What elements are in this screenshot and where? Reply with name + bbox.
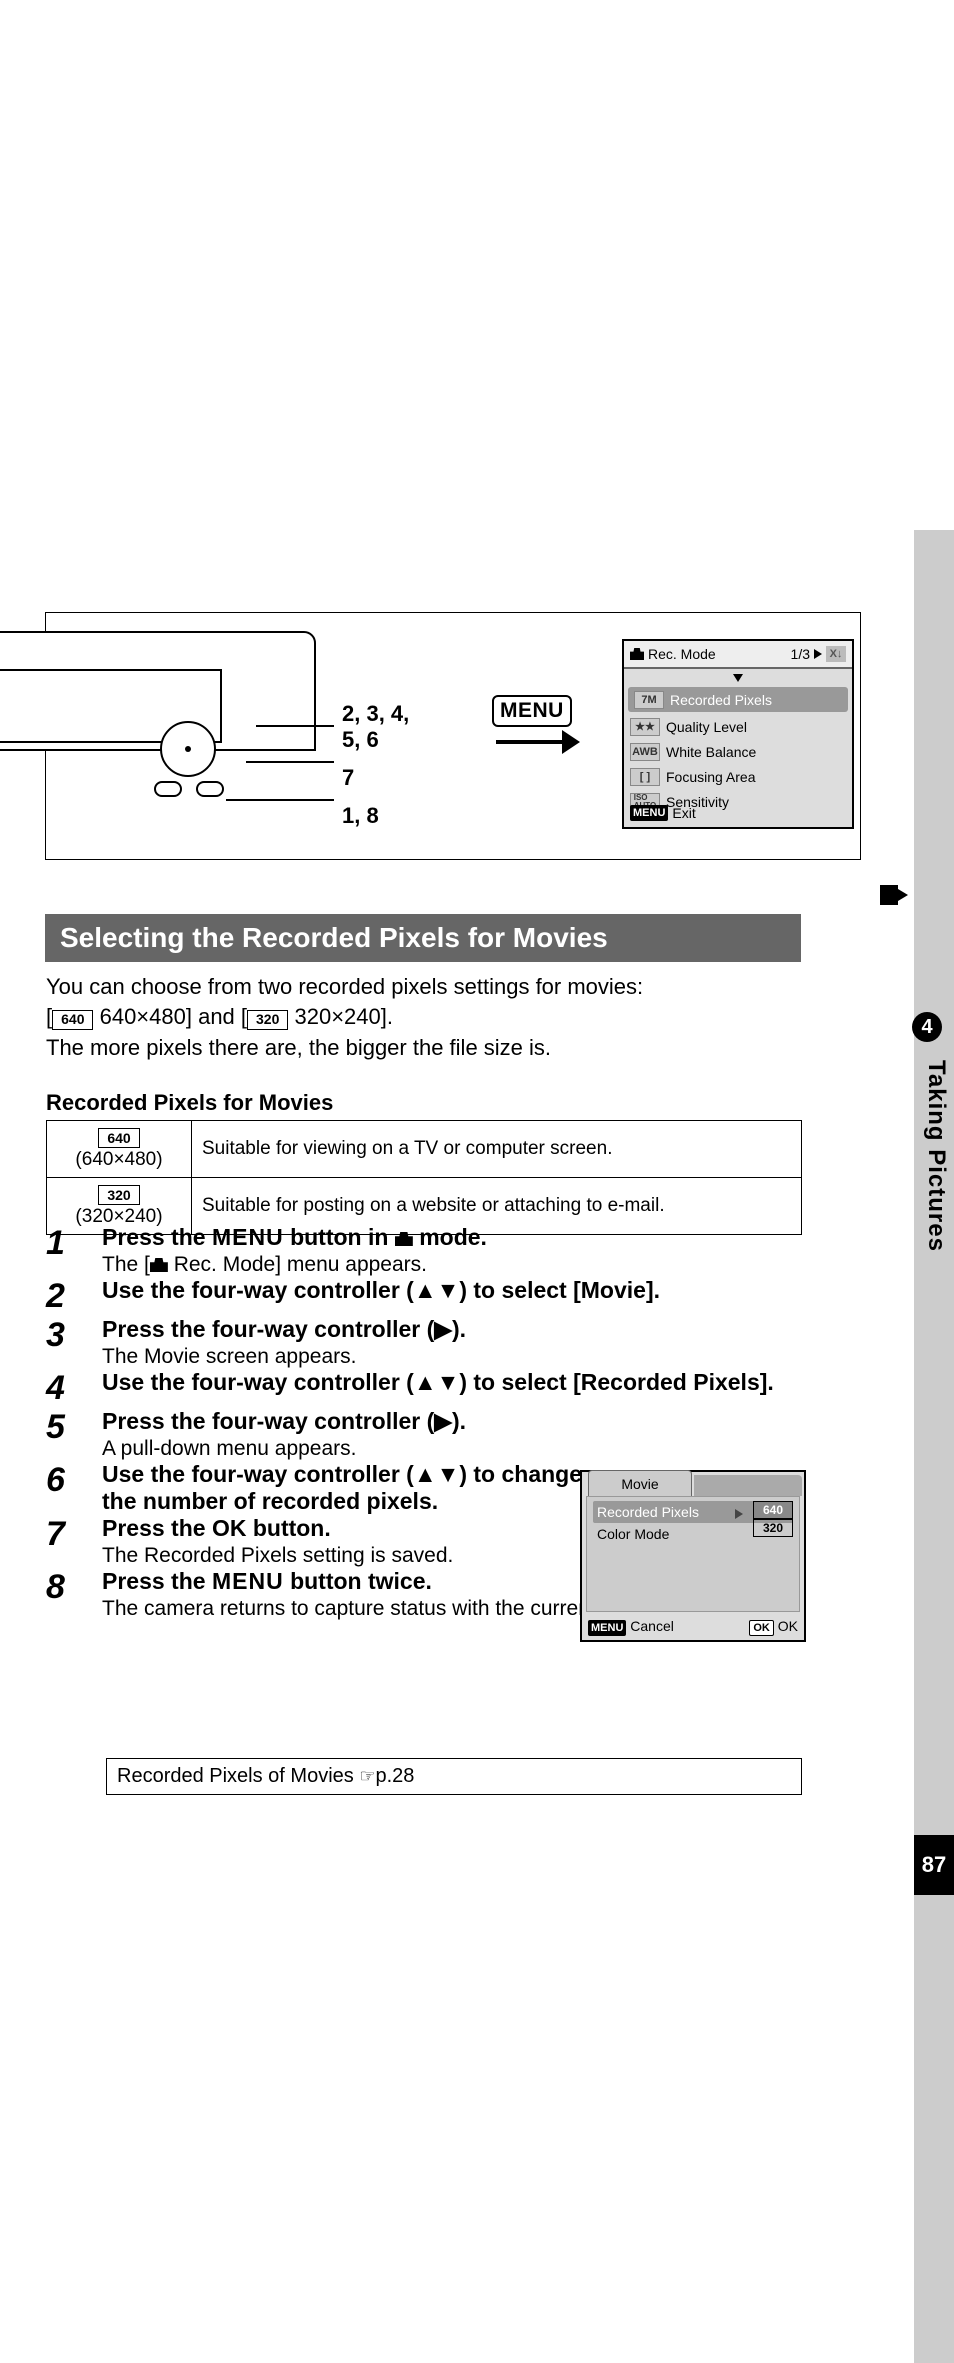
exit-label: Exit — [672, 805, 695, 821]
table-row: 640(640×480) Suitable for viewing on a T… — [47, 1121, 802, 1178]
menu-item: Quality Level — [666, 719, 747, 735]
small-button-left — [154, 781, 182, 797]
menu-item: Focusing Area — [666, 769, 756, 785]
step-3: 3 Press the four-way controller (▶).The … — [46, 1316, 856, 1369]
ok-badge: OK — [749, 1620, 774, 1636]
section-heading: Selecting the Recorded Pixels for Movies — [45, 914, 801, 962]
option-320: 320 — [753, 1519, 793, 1537]
leader-line — [256, 725, 334, 727]
res-cell: 640(640×480) — [47, 1121, 192, 1178]
pointing-hand-icon: ☞ — [359, 1766, 375, 1786]
camera-icon — [630, 648, 644, 660]
desc-cell: Suitable for viewing on a TV or computer… — [192, 1121, 802, 1178]
menu-tag: AWB — [630, 743, 660, 761]
leader-line — [246, 761, 334, 763]
step-ref-top: 2, 3, 4, 5, 6 — [342, 701, 409, 753]
arrow-right-icon — [496, 737, 582, 747]
menu-tag: [ ] — [630, 768, 660, 786]
x-tag: X↓ — [826, 646, 846, 662]
leader-line — [226, 799, 334, 801]
dpad-icon — [160, 721, 216, 777]
triangle-right-icon — [814, 649, 822, 659]
intro-text: You can choose from two recorded pixels … — [46, 972, 806, 1063]
menu-button-label: MENU — [492, 695, 572, 727]
menu-title: Rec. Mode — [648, 646, 716, 662]
movie-mode-icon — [880, 885, 908, 905]
page-number: 87 — [914, 1835, 954, 1895]
res-chip-640: 640 — [52, 1010, 93, 1030]
step-2: 2 Use the four-way controller (▲▼) to se… — [46, 1277, 856, 1316]
step-ref-bot: 1, 8 — [342, 803, 379, 829]
camera-illustration — [0, 631, 316, 811]
menu-item: Recorded Pixels — [597, 1504, 699, 1520]
menu-item: Recorded Pixels — [670, 692, 772, 708]
movie-menu-screen: Movie Recorded Pixels Color Mode 640 320… — [580, 1470, 806, 1642]
movie-tab: Movie — [588, 1470, 692, 1496]
control-diagram: 2, 3, 4, 5, 6 7 1, 8 MENU Rec. Mode 1/3 … — [45, 612, 861, 860]
menu-tag: ★★ — [630, 718, 660, 736]
cross-reference-box: Recorded Pixels of Movies ☞p.28 — [106, 1758, 802, 1795]
res-chip-320: 320 — [247, 1010, 288, 1030]
menu-badge-small: MENU — [588, 1620, 626, 1636]
step-1: 1 Press the MENU button in mode. The [ R… — [46, 1224, 856, 1277]
triangle-down-icon — [733, 674, 743, 682]
menu-badge-small: MENU — [630, 805, 668, 821]
menu-item: White Balance — [666, 744, 756, 760]
menu-item: Color Mode — [597, 1526, 669, 1542]
rec-mode-menu-screen: Rec. Mode 1/3 X↓ 7M Recorded Pixels ★★ Qua… — [622, 639, 854, 829]
step-5: 5 Press the four-way controller (▶).A pu… — [46, 1408, 856, 1461]
recorded-pixels-table: 640(640×480) Suitable for viewing on a T… — [46, 1120, 802, 1235]
section-side-label: Taking Pictures — [922, 1060, 950, 1252]
chapter-number-badge: 4 — [912, 1012, 942, 1042]
step-ref-mid: 7 — [342, 765, 354, 791]
triangle-right-icon — [735, 1509, 743, 1519]
ok-label: OK — [778, 1618, 798, 1634]
sidebar — [914, 530, 954, 2363]
camera-icon — [150, 1258, 168, 1272]
option-640: 640 — [753, 1501, 793, 1519]
cancel-label: Cancel — [630, 1618, 674, 1634]
menu-tag: 7M — [634, 691, 664, 709]
table-heading: Recorded Pixels for Movies — [46, 1088, 806, 1118]
small-button-right — [196, 781, 224, 797]
page-indicator: 1/3 — [791, 646, 810, 662]
camera-icon — [395, 1232, 413, 1246]
step-4: 4 Use the four-way controller (▲▼) to se… — [46, 1369, 856, 1408]
